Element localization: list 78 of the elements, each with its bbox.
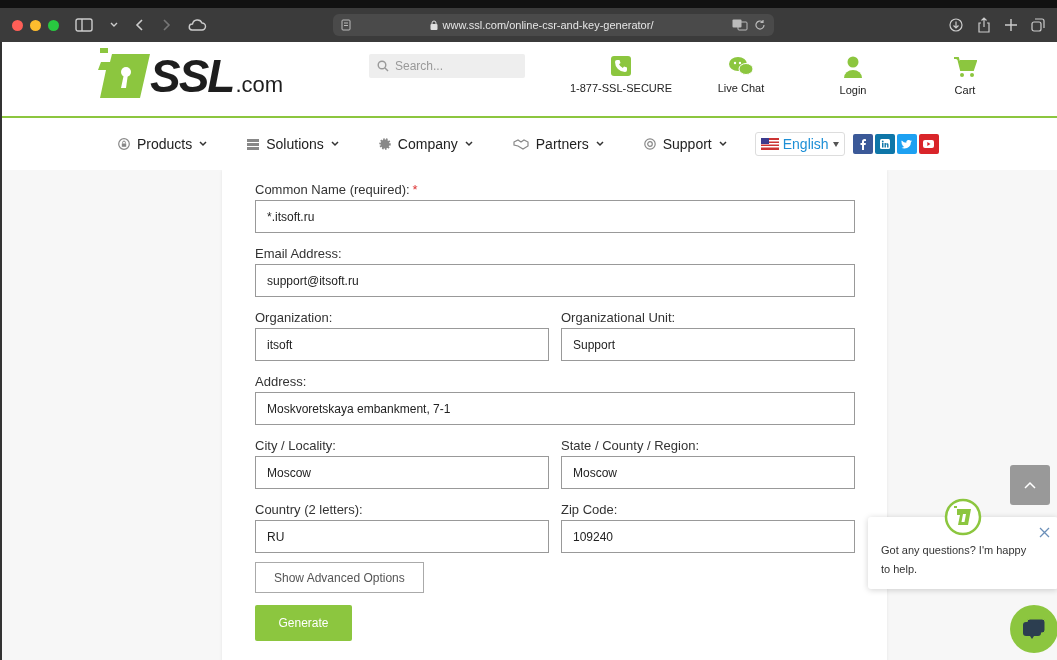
- cloud-icon[interactable]: [187, 18, 207, 32]
- required-mark: *: [412, 181, 418, 197]
- language-selector[interactable]: English: [754, 132, 845, 156]
- lifebuoy-icon: [643, 138, 656, 150]
- nav-menu-item[interactable]: Solutions: [247, 136, 339, 152]
- tabs-overview-icon[interactable]: [1031, 18, 1045, 32]
- forward-icon[interactable]: [161, 18, 171, 32]
- address-bar[interactable]: www.ssl.com/online-csr-and-key-generator/: [333, 14, 774, 36]
- input-field[interactable]: itsoft: [255, 328, 549, 361]
- input-field[interactable]: support@itsoft.ru: [255, 264, 855, 297]
- field-label: Email Address:: [255, 244, 343, 263]
- bird-icon: [901, 139, 913, 149]
- back-icon[interactable]: [135, 18, 145, 32]
- caret-icon: [832, 141, 839, 147]
- logo-text: SSL: [150, 52, 234, 100]
- url-text: www.ssl.com/online-csr-and-key-generator/: [442, 19, 654, 31]
- phone-icon: [611, 56, 631, 76]
- zoom-window-button[interactable]: [48, 19, 59, 31]
- play-icon: [923, 140, 935, 148]
- input-field[interactable]: Support: [561, 328, 855, 361]
- chat-bubbles-icon: [1022, 618, 1046, 640]
- field-label: Organization:: [255, 308, 334, 327]
- linkedin-icon: [879, 139, 890, 149]
- sidebar-icon[interactable]: [75, 18, 93, 32]
- nav-menu-item[interactable]: Company: [378, 136, 473, 152]
- chat-message: Got any questions? I'm happy to help.: [881, 543, 1028, 577]
- youtube-link[interactable]: [918, 134, 939, 154]
- field-label: State / County / Region:: [561, 436, 701, 455]
- field-label: City / Locality:: [255, 436, 337, 455]
- server-icon: [247, 138, 260, 150]
- chevron-down-icon: [595, 141, 604, 147]
- close-window-button[interactable]: [12, 19, 23, 31]
- nav-menu-item[interactable]: Products: [118, 136, 208, 152]
- user-icon: [843, 56, 863, 78]
- field-label: Country (2 letters):: [255, 500, 364, 519]
- phone-link[interactable]: 1-877-SSL-SECURE: [557, 56, 685, 108]
- show-advanced-options-button[interactable]: Show Advanced Options: [255, 562, 424, 593]
- facebook-link[interactable]: [852, 134, 873, 154]
- new-tab-icon[interactable]: [1005, 19, 1017, 31]
- chevron-down-icon[interactable]: [109, 21, 119, 29]
- chevron-down-icon: [718, 141, 727, 147]
- chevron-up-icon: [1024, 481, 1036, 489]
- lock-icon: [429, 20, 438, 30]
- chevron-down-icon: [464, 141, 473, 147]
- chat-bubbles-icon: [728, 56, 754, 76]
- nav-menu-item[interactable]: Partners: [512, 136, 604, 152]
- input-field[interactable]: *.itsoft.ru: [255, 200, 855, 233]
- input-field[interactable]: Moskvoretskaya embankment, 7-1: [255, 392, 855, 425]
- translate-icon[interactable]: [732, 19, 748, 31]
- twitter-link[interactable]: [896, 134, 917, 154]
- cart-icon: [953, 56, 977, 78]
- chat-link[interactable]: Live Chat: [685, 56, 797, 108]
- input-field[interactable]: Moscow: [255, 456, 549, 489]
- cart-link[interactable]: Cart: [909, 56, 1021, 108]
- linkedin-link[interactable]: [874, 134, 895, 154]
- search-field[interactable]: Search...: [369, 54, 525, 78]
- chevron-down-icon: [330, 141, 339, 147]
- nav-menu-item[interactable]: Support: [643, 136, 727, 152]
- chevron-down-icon: [199, 141, 208, 147]
- input-field[interactable]: RU: [255, 520, 549, 553]
- page-icon: [341, 19, 351, 31]
- gear-icon: [378, 138, 391, 150]
- user-link[interactable]: Login: [797, 56, 909, 108]
- reload-icon[interactable]: [754, 19, 766, 31]
- field-label: Common Name (required): *: [255, 180, 419, 199]
- input-field[interactable]: Moscow: [561, 456, 855, 489]
- flag-icon: [760, 138, 779, 150]
- lock-icon: [118, 138, 130, 150]
- share-icon[interactable]: [977, 17, 991, 33]
- field-label: Address:: [255, 372, 308, 391]
- field-label: Zip Code:: [561, 500, 619, 519]
- facebook-icon: [859, 138, 866, 150]
- close-icon[interactable]: [1039, 527, 1050, 538]
- download-icon[interactable]: [949, 18, 963, 32]
- logo-suffix: .com: [235, 72, 284, 98]
- input-field[interactable]: 109240: [561, 520, 855, 553]
- minimize-window-button[interactable]: [30, 19, 41, 31]
- field-label: Organizational Unit:: [561, 308, 677, 327]
